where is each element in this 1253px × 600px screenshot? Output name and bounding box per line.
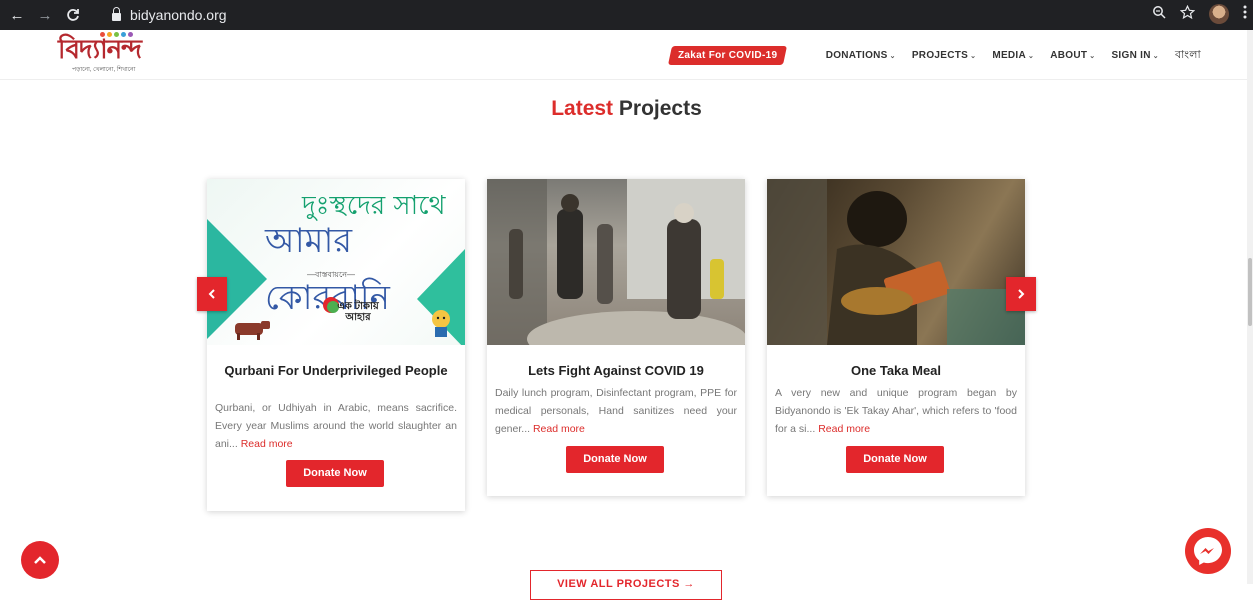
carousel-prev-button[interactable] bbox=[197, 277, 227, 311]
main-nav: Zakat For COVID-19 DONATIONS ⌄ PROJECTS ⌄ … bbox=[668, 46, 1201, 65]
card-description: Qurbani, or Udhiyah in Arabic, means sac… bbox=[215, 402, 457, 450]
section-title-accent: Latest bbox=[551, 97, 614, 120]
messenger-chat-button[interactable] bbox=[1185, 528, 1231, 574]
chevron-left-icon bbox=[208, 289, 215, 299]
cow-icon bbox=[235, 321, 270, 340]
browser-toolbar: ← → bidyanondo.org bbox=[0, 0, 1253, 30]
nav-sign-in[interactable]: SIGN IN ⌄ bbox=[1111, 50, 1159, 61]
card-description: Daily lunch program, Disinfectant progra… bbox=[495, 387, 737, 435]
chevron-right-icon bbox=[1018, 289, 1025, 299]
profile-avatar[interactable] bbox=[1209, 4, 1229, 24]
section-title: Latest Projects bbox=[0, 97, 1253, 121]
chevron-up-icon bbox=[34, 556, 46, 564]
zakat-covid-button[interactable]: Zakat For COVID-19 bbox=[668, 46, 788, 65]
meal-photo-art bbox=[767, 179, 1025, 345]
read-more-link[interactable]: Read more bbox=[241, 438, 293, 450]
logo-people-icon bbox=[100, 32, 133, 37]
view-all-projects-button[interactable]: VIEW ALL PROJECTS → bbox=[530, 570, 722, 600]
covid-disinfection-photo bbox=[487, 179, 745, 345]
nav-projects[interactable]: PROJECTS ⌄ bbox=[912, 50, 976, 61]
donate-now-button[interactable]: Donate Now bbox=[846, 446, 944, 473]
site-header: বিদ্যানন্দ পড়ানো, খেলানো, শিখানো Zakat … bbox=[0, 30, 1253, 80]
logo-text: বিদ্যানন্দ bbox=[58, 35, 142, 65]
project-card-qurbani[interactable]: দুঃস্থদের সাথে আমার কোরবানি —বাস্তবায়নে… bbox=[207, 179, 465, 511]
reload-icon[interactable] bbox=[62, 4, 84, 26]
chevron-down-icon: ⌄ bbox=[889, 52, 896, 60]
carousel-next-button[interactable] bbox=[1006, 277, 1036, 311]
url-text: bidyanondo.org bbox=[130, 7, 227, 23]
back-icon[interactable]: ← bbox=[6, 4, 28, 26]
read-more-link[interactable]: Read more bbox=[818, 423, 870, 435]
card-title: Qurbani For Underprivileged People bbox=[224, 363, 448, 378]
nav-donations[interactable]: DONATIONS ⌄ bbox=[826, 50, 896, 61]
section-title-rest: Projects bbox=[613, 97, 702, 120]
donate-now-button[interactable]: Donate Now bbox=[286, 460, 384, 487]
site-logo[interactable]: বিদ্যানন্দ পড়ানো, খেলানো, শিখানো bbox=[58, 32, 168, 76]
covid-photo-art bbox=[487, 179, 745, 345]
boy-eating-photo bbox=[767, 179, 1025, 345]
chevron-down-icon: ⌄ bbox=[1089, 52, 1096, 60]
address-bar[interactable]: bidyanondo.org bbox=[112, 4, 227, 26]
browser-menu-icon[interactable] bbox=[1243, 5, 1247, 23]
kids-illustration-icon bbox=[432, 310, 450, 337]
banner-logo-text: এক টাকায় আহার bbox=[337, 301, 379, 323]
card-description: A very new and unique program began by B… bbox=[775, 387, 1017, 435]
nav-media[interactable]: MEDIA ⌄ bbox=[992, 50, 1034, 61]
chevron-down-icon: ⌄ bbox=[1028, 52, 1035, 60]
donate-now-button[interactable]: Donate Now bbox=[566, 446, 664, 473]
qurbani-banner-image: দুঃস্থদের সাথে আমার কোরবানি —বাস্তবায়নে… bbox=[207, 179, 465, 345]
card-title: Lets Fight Against COVID 19 bbox=[528, 363, 704, 378]
nav-language-toggle[interactable]: বাংলা bbox=[1175, 46, 1201, 65]
read-more-link[interactable]: Read more bbox=[533, 423, 585, 435]
card-title: One Taka Meal bbox=[850, 363, 942, 378]
lock-icon bbox=[112, 7, 121, 21]
scroll-to-top-button[interactable] bbox=[21, 541, 59, 579]
bookmark-star-icon[interactable] bbox=[1179, 4, 1196, 24]
banner-text-line3: —বাস্তবায়নে— bbox=[307, 270, 356, 279]
forward-icon[interactable]: → bbox=[34, 4, 56, 26]
chevron-down-icon: ⌄ bbox=[1152, 52, 1159, 60]
scrollbar-thumb[interactable] bbox=[1248, 258, 1252, 326]
project-card-covid[interactable]: Lets Fight Against COVID 19 Daily lunch … bbox=[487, 179, 745, 496]
zoom-icon[interactable] bbox=[1152, 5, 1166, 23]
nav-about[interactable]: ABOUT ⌄ bbox=[1050, 50, 1095, 61]
messenger-icon bbox=[1194, 537, 1222, 565]
logo-tagline: পড়ানো, খেলানো, শিখানো bbox=[72, 67, 136, 73]
project-card-one-taka-meal[interactable]: One Taka Meal A very new and unique prog… bbox=[767, 179, 1025, 496]
chevron-down-icon: ⌄ bbox=[970, 52, 977, 60]
